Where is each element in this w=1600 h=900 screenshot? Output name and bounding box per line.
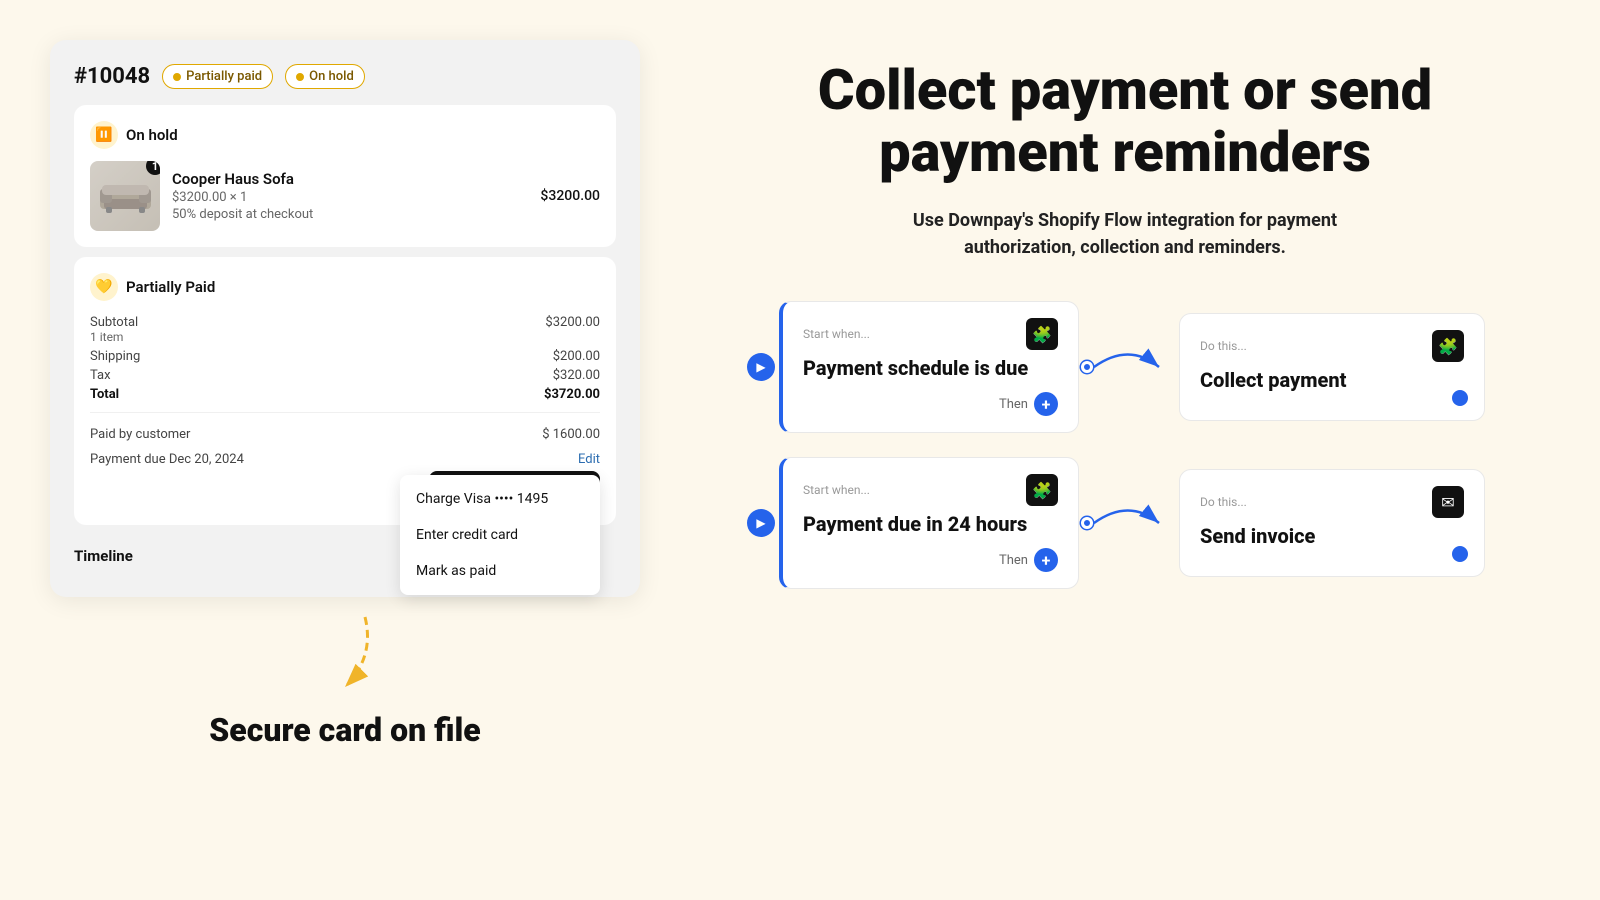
product-row: 1 Cooper Haus Sofa $3200.00 × 1 50% depo… bbox=[90, 161, 600, 231]
onhold-icon: ⏸️ bbox=[90, 121, 118, 149]
collect-area: Collect payment ▾ Charge Visa •••• 1495 … bbox=[90, 471, 600, 509]
flow1-action-title: Collect payment bbox=[1200, 368, 1464, 392]
product-info: Cooper Haus Sofa $3200.00 × 1 50% deposi… bbox=[172, 170, 528, 222]
play-icon-1: ▶ bbox=[747, 353, 775, 381]
tax-row: Tax $320.00 bbox=[90, 366, 600, 385]
flow2-action-label: Do this... ✉ bbox=[1200, 486, 1464, 518]
product-price: $3200.00 bbox=[540, 188, 600, 204]
order-number: #10048 bbox=[74, 64, 150, 89]
badge-dot2 bbox=[296, 73, 304, 81]
partially-paid-title: Partially Paid bbox=[126, 278, 215, 296]
subheadline: Use Downpay's Shopify Flow integration f… bbox=[875, 207, 1375, 261]
secure-card-area: Secure card on file bbox=[50, 607, 640, 748]
partially-paid-section: 💛 Partially Paid Subtotal 1 item $3200.0… bbox=[74, 257, 616, 525]
flow2-trigger-wrap: ▶ Start when... 🧩 Payment due in 24 hour… bbox=[765, 457, 1079, 589]
collect-dropdown: Charge Visa •••• 1495 Enter credit card … bbox=[400, 475, 600, 595]
arrow2-start-dot bbox=[1081, 517, 1093, 529]
onhold-title: On hold bbox=[126, 126, 178, 144]
headline: Collect payment or send payment reminder… bbox=[775, 60, 1475, 183]
flow1-trigger-wrap: ▶ Start when... 🧩 Payment schedule is du… bbox=[765, 301, 1079, 433]
flow1-trigger-title: Payment schedule is due bbox=[803, 356, 1058, 380]
flow1-action-card: Do this... 🧩 Collect payment bbox=[1179, 313, 1485, 421]
flow1-trigger-icon: 🧩 bbox=[1026, 318, 1058, 350]
secure-card-label: Secure card on file bbox=[209, 713, 480, 748]
right-panel: Collect payment or send payment reminder… bbox=[700, 40, 1550, 589]
edit-link[interactable]: Edit bbox=[578, 452, 600, 467]
flow2-trigger-footer: Then + bbox=[803, 548, 1058, 572]
paid-row: Paid by customer $ 1600.00 bbox=[90, 421, 600, 448]
flow-row-2: ▶ Start when... 🧩 Payment due in 24 hour… bbox=[765, 457, 1485, 589]
mark-as-paid-item[interactable]: Mark as paid bbox=[400, 553, 600, 589]
flow1-arrow bbox=[1079, 337, 1179, 397]
order-header: #10048 Partially paid On hold bbox=[74, 64, 616, 89]
flow1-action-icon: 🧩 bbox=[1432, 330, 1464, 362]
flow2-trigger-label: Start when... 🧩 bbox=[803, 474, 1058, 506]
section-header-partial: 💛 Partially Paid bbox=[90, 273, 600, 301]
flow2-trigger-title: Payment due in 24 hours bbox=[803, 512, 1058, 536]
flow2-action-title: Send invoice bbox=[1200, 524, 1464, 548]
total-row: Total $3720.00 bbox=[90, 385, 600, 404]
flow1-trigger-label: Start when... 🧩 bbox=[803, 318, 1058, 350]
flow1-arrow-svg bbox=[1084, 337, 1174, 397]
badge-on-hold: On hold bbox=[285, 64, 365, 89]
divider bbox=[90, 412, 600, 413]
order-card: #10048 Partially paid On hold ⏸️ On hold bbox=[50, 40, 640, 597]
flow2-trigger-icon: 🧩 bbox=[1026, 474, 1058, 506]
flow1-trigger-footer: Then + bbox=[803, 392, 1058, 416]
section-header-onhold: ⏸️ On hold bbox=[90, 121, 600, 149]
badge-dot bbox=[173, 73, 181, 81]
action1-end-dot bbox=[1452, 390, 1468, 406]
flow2-arrow-svg bbox=[1084, 493, 1174, 553]
flow2-trigger-card: Start when... 🧩 Payment due in 24 hours … bbox=[779, 457, 1079, 589]
shipping-row: Shipping $200.00 bbox=[90, 347, 600, 366]
badge-partially-paid: Partially paid bbox=[162, 64, 273, 89]
flow2-action-card: Do this... ✉ Send invoice bbox=[1179, 469, 1485, 577]
arrow1-start-dot bbox=[1081, 361, 1093, 373]
partial-icon: 💛 bbox=[90, 273, 118, 301]
left-panel: #10048 Partially paid On hold ⏸️ On hold bbox=[50, 40, 640, 748]
flow1-action-label: Do this... 🧩 bbox=[1200, 330, 1464, 362]
product-image: 1 bbox=[90, 161, 160, 231]
subtotal-row: Subtotal 1 item $3200.00 bbox=[90, 313, 600, 347]
flow-row-1: ▶ Start when... 🧩 Payment schedule is du… bbox=[765, 301, 1485, 433]
enter-credit-card-item[interactable]: Enter credit card bbox=[400, 517, 600, 553]
flow1-trigger-card: Start when... 🧩 Payment schedule is due … bbox=[779, 301, 1079, 433]
charge-visa-item[interactable]: Charge Visa •••• 1495 bbox=[400, 481, 600, 517]
payment-due-row: Payment due Dec 20, 2024 Edit bbox=[90, 448, 600, 471]
dashed-arrow-icon bbox=[285, 607, 405, 697]
product-meta1: $3200.00 × 1 bbox=[172, 190, 528, 205]
play-icon-2: ▶ bbox=[747, 509, 775, 537]
flow2-arrow bbox=[1079, 493, 1179, 553]
then-plus-1[interactable]: + bbox=[1034, 392, 1058, 416]
product-meta2: 50% deposit at checkout bbox=[172, 207, 528, 222]
action2-end-dot bbox=[1452, 546, 1468, 562]
product-name: Cooper Haus Sofa bbox=[172, 170, 528, 188]
flow2-action-icon: ✉ bbox=[1432, 486, 1464, 518]
flow-container: ▶ Start when... 🧩 Payment schedule is du… bbox=[765, 301, 1485, 589]
then-plus-2[interactable]: + bbox=[1034, 548, 1058, 572]
onhold-section: ⏸️ On hold bbox=[74, 105, 616, 247]
